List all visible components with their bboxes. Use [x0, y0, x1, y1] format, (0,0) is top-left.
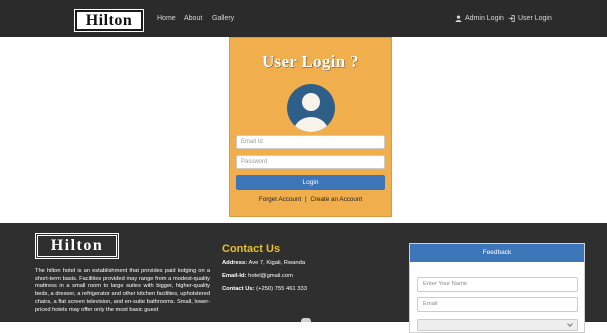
feedback-email-input[interactable]: Email	[417, 297, 578, 312]
navbar: Hilton Home About Gallery Admin Login Us…	[0, 0, 607, 37]
address-label: Address:	[222, 260, 248, 266]
contact-title: Contact Us	[222, 243, 281, 255]
feedback-card: Feedback Enter Your Name Email	[409, 243, 585, 333]
phone-label: Contact Us:	[222, 286, 255, 292]
contact-phone: Contact Us: (+250) 755 461 333	[222, 286, 307, 292]
create-account-link[interactable]: Create an Account	[310, 196, 362, 203]
feedback-title: Feedback	[410, 244, 584, 262]
user-login-label: User Login	[518, 15, 552, 22]
footer: Hilton The hilton hotel is an establishm…	[0, 223, 607, 333]
user-icon	[455, 15, 462, 22]
user-login-link[interactable]: User Login	[508, 15, 552, 22]
avatar-icon	[287, 84, 335, 132]
brand-logo[interactable]: Hilton	[74, 9, 144, 32]
admin-login-link[interactable]: Admin Login	[455, 15, 504, 22]
footer-logo: Hilton	[36, 234, 118, 258]
about-text: The hilton hotel is an establishment tha…	[35, 268, 210, 313]
nav-link-about[interactable]: About	[184, 15, 202, 22]
contact-address: Address: Ave 7, Kigali, Rwanda	[222, 260, 305, 266]
feedback-name-input[interactable]: Enter Your Name	[417, 277, 578, 292]
email-field[interactable]: Email Id	[236, 135, 385, 149]
feedback-select[interactable]	[417, 319, 578, 331]
email-label: Email-Id:	[222, 273, 247, 279]
footer-logo-text: Hilton	[50, 237, 104, 254]
nav-link-gallery[interactable]: Gallery	[212, 15, 234, 22]
login-title: User Login ?	[262, 52, 359, 71]
email-value: hotel@gmail.com	[248, 273, 293, 279]
login-button[interactable]: Login	[236, 175, 385, 190]
link-separator: |	[304, 196, 307, 203]
contact-email: Email-Id: hotel@gmail.com	[222, 273, 293, 279]
login-card: User Login ? Email Id Password Login For…	[229, 37, 392, 217]
nav-link-home[interactable]: Home	[157, 15, 176, 22]
scroll-to-top-button[interactable]	[301, 318, 311, 322]
address-value: Ave 7, Kigali, Rwanda	[248, 260, 306, 266]
chevron-down-icon	[567, 321, 573, 327]
login-links: Forget Account | Create an Account	[230, 196, 391, 203]
phone-value: (+250) 755 461 333	[256, 286, 307, 292]
admin-login-label: Admin Login	[465, 15, 504, 22]
password-field[interactable]: Password	[236, 155, 385, 169]
forget-account-link[interactable]: Forget Account	[259, 196, 301, 203]
sign-in-icon	[508, 15, 515, 22]
brand-logo-text: Hilton	[85, 11, 133, 29]
